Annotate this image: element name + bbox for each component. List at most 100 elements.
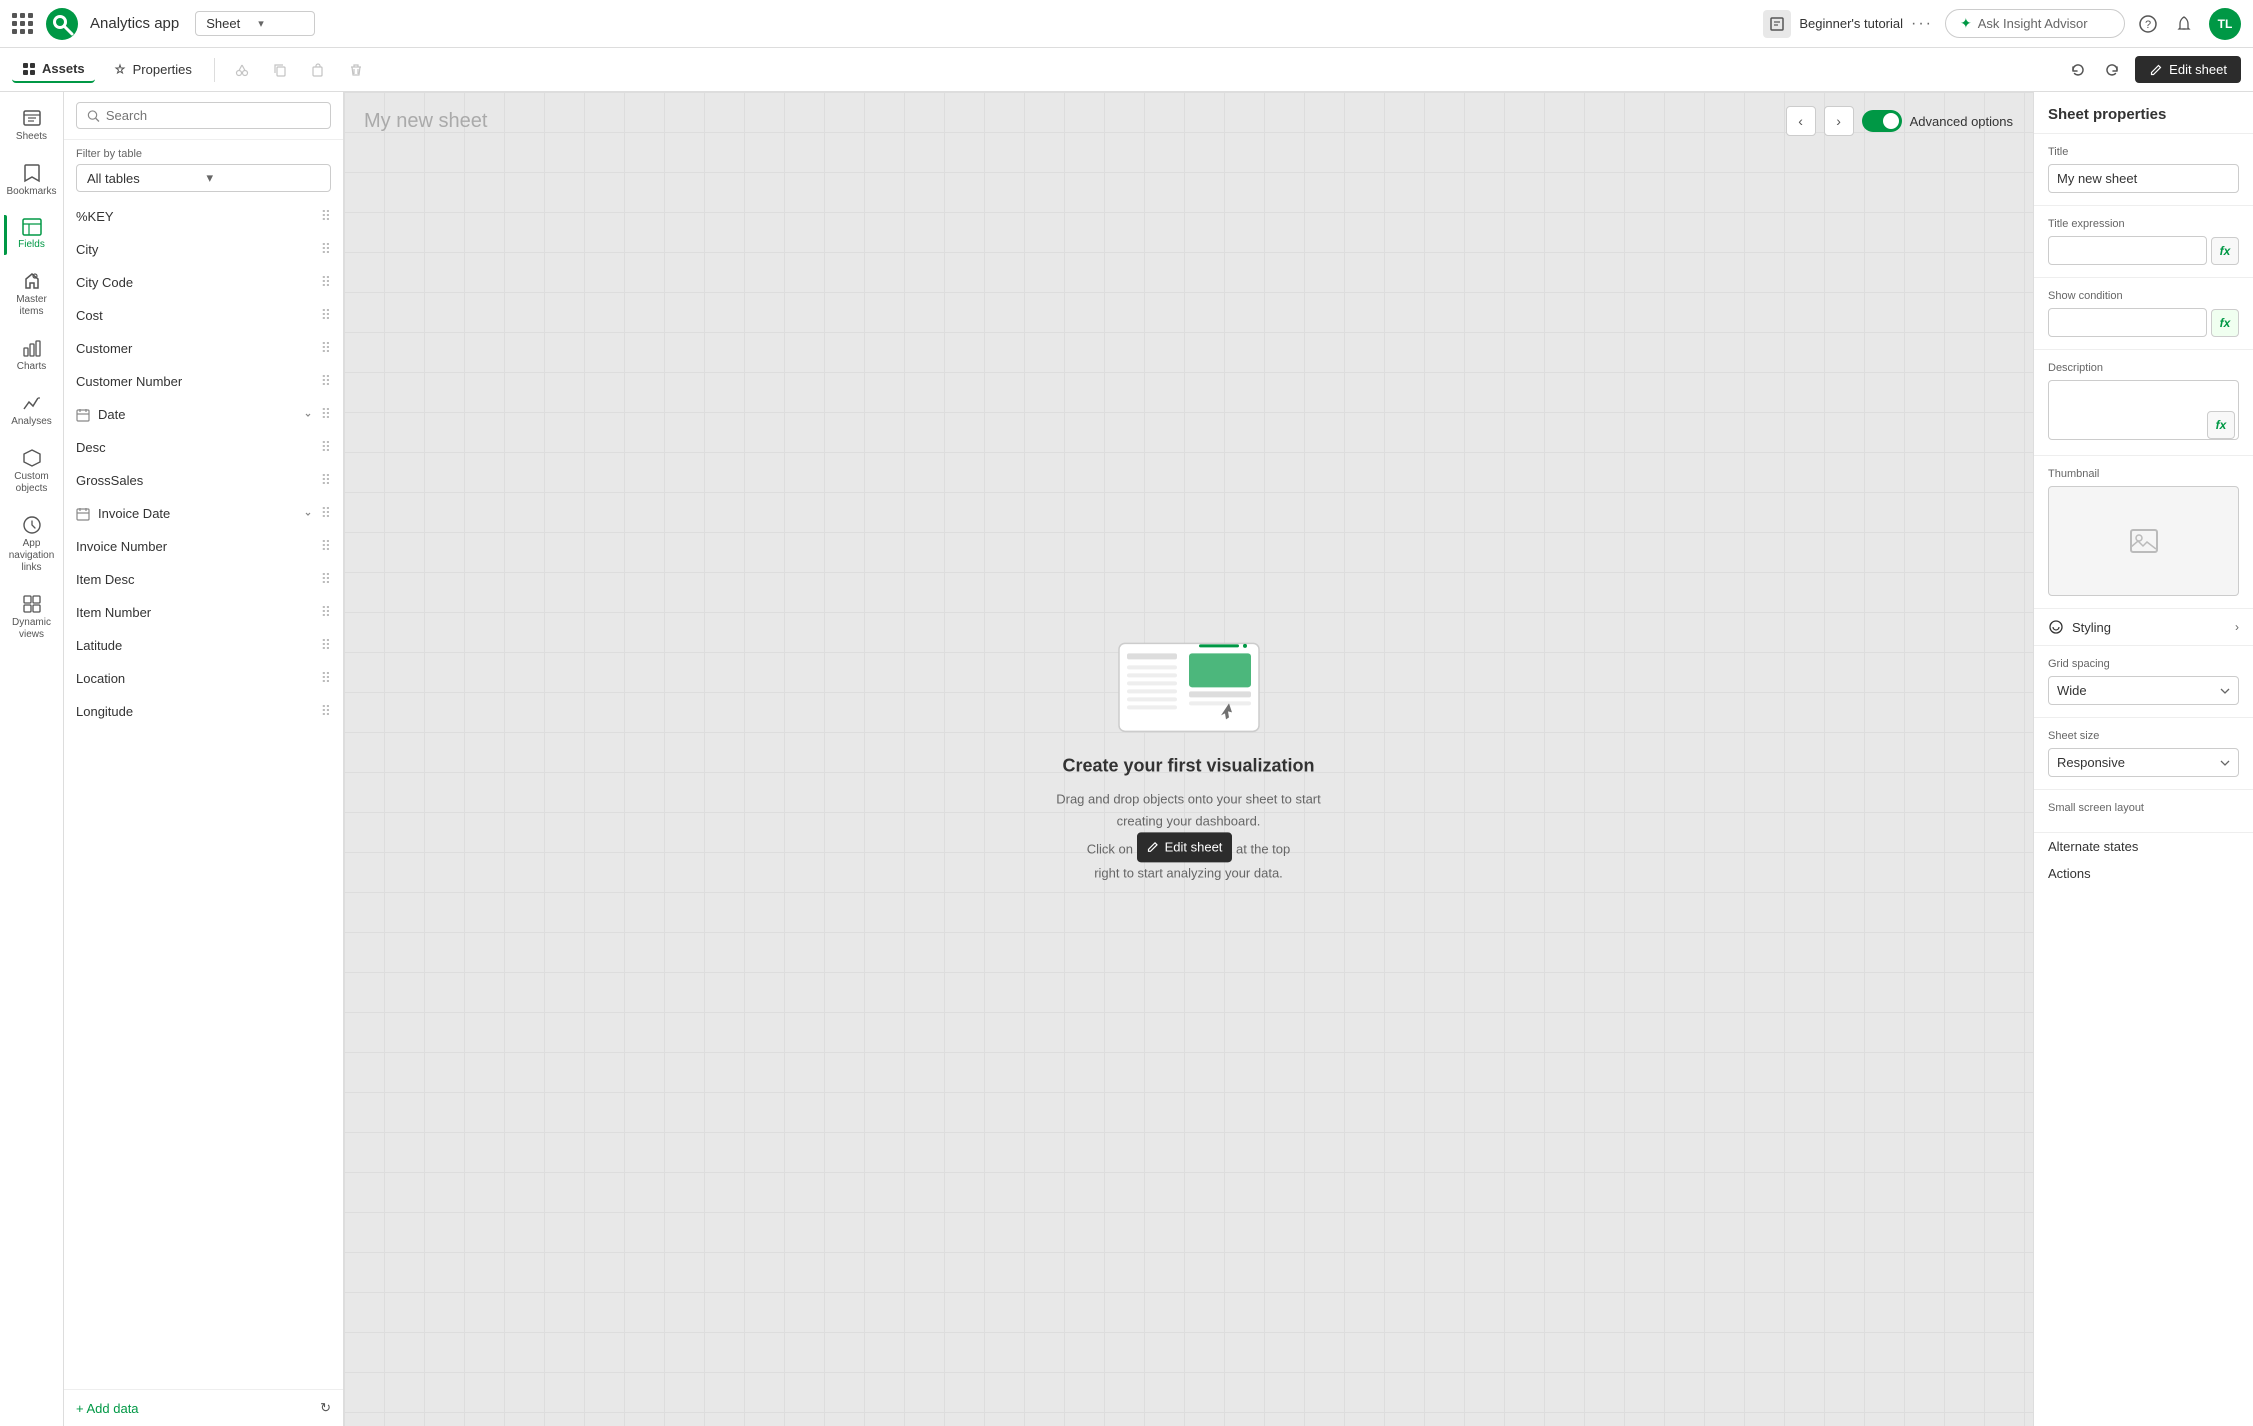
grid-spacing-chevron-icon (2220, 688, 2230, 694)
title-expr-fx-button[interactable]: fx (2211, 237, 2239, 265)
thumbnail-placeholder-icon (2128, 525, 2160, 557)
sidebar-item-charts[interactable]: Charts (4, 330, 60, 381)
undo-redo (2063, 55, 2127, 85)
sheet-size-section: Sheet size Responsive (2034, 718, 2253, 790)
actions-item[interactable]: Actions (2034, 860, 2253, 887)
title-expr-input[interactable] (2048, 236, 2207, 265)
field-item-invoice-date[interactable]: Invoice Date ⠿ (64, 497, 343, 530)
thumbnail-area[interactable] (2048, 486, 2239, 596)
sidebar-item-wrapper-appnav: App navigation links (4, 507, 60, 582)
title-label: Title (2048, 146, 2239, 158)
field-item-key[interactable]: %KEY ⠿ (64, 200, 343, 233)
redo-button[interactable] (2097, 55, 2127, 85)
desc-label: Description (2048, 362, 2239, 374)
assets-tab[interactable]: Assets (12, 56, 95, 83)
styling-label: Styling (2072, 620, 2111, 635)
paste-button[interactable] (303, 55, 333, 85)
desc-fx-button[interactable]: fx (2207, 411, 2235, 439)
desc-line3: at the top (1236, 842, 1290, 857)
properties-tab[interactable]: Properties (103, 57, 202, 82)
undo-button[interactable] (2063, 55, 2093, 85)
field-item-city[interactable]: City ⠿ (64, 233, 343, 266)
dynamic-views-label: Dynamic views (10, 617, 54, 641)
search-wrap[interactable] (76, 102, 331, 129)
sidebar-item-app-nav[interactable]: App navigation links (4, 507, 60, 582)
click-on-text: Click on (1087, 842, 1133, 857)
calendar-icon (76, 408, 90, 422)
field-item-desc[interactable]: Desc ⠿ (64, 431, 343, 464)
drag-icon: ⠿ (321, 505, 331, 522)
field-item-longitude[interactable]: Longitude ⠿ (64, 695, 343, 728)
field-item-item-number[interactable]: Item Number ⠿ (64, 596, 343, 629)
app-name: Analytics app (90, 15, 179, 32)
field-item-city-code[interactable]: City Code ⠿ (64, 266, 343, 299)
avatar[interactable]: TL (2209, 8, 2241, 40)
sidebar-item-wrapper-custom: Custom objects (4, 440, 60, 503)
dynamic-views-icon (22, 594, 42, 614)
sheet-selector[interactable]: Sheet ▾ (195, 11, 315, 36)
app-grid-icon[interactable] (12, 13, 34, 35)
delete-button[interactable] (341, 55, 371, 85)
master-items-label: Master items (10, 294, 54, 318)
field-item-customer[interactable]: Customer ⠿ (64, 332, 343, 365)
copy-button[interactable] (265, 55, 295, 85)
drag-icon: ⠿ (321, 307, 331, 324)
edit-sheet-button[interactable]: Edit sheet (2135, 56, 2241, 83)
field-name: City (76, 242, 313, 257)
field-item-cost[interactable]: Cost ⠿ (64, 299, 343, 332)
custom-objects-icon (22, 448, 42, 468)
sheet-size-select[interactable]: Responsive (2048, 748, 2239, 777)
sidebar-item-analyses[interactable]: Analyses (4, 385, 60, 436)
sidebar-item-bookmarks[interactable]: Bookmarks (4, 155, 60, 206)
insight-advisor[interactable]: ✦ Ask Insight Advisor (1945, 9, 2125, 38)
field-item-date[interactable]: Date ⠿ (64, 398, 343, 431)
styling-chevron-icon: › (2235, 620, 2239, 634)
field-item-latitude[interactable]: Latitude ⠿ (64, 629, 343, 662)
sidebar-item-master-items[interactable]: Master items (4, 263, 60, 326)
drag-icon: ⠿ (321, 439, 331, 456)
edit-sheet-inline-button[interactable]: Edit sheet (1137, 833, 1233, 863)
field-name: Item Number (76, 605, 313, 620)
search-input[interactable] (106, 108, 320, 123)
cut-button[interactable] (227, 55, 257, 85)
drag-icon: ⠿ (321, 670, 331, 687)
next-arrow-button[interactable]: › (1824, 106, 1854, 136)
thumbnail-section: Thumbnail (2034, 456, 2253, 609)
main-layout: Sheets Bookmarks Fields Master items (0, 92, 2253, 1426)
help-icon[interactable]: ? (2137, 13, 2159, 35)
sidebar-item-sheets[interactable]: Sheets (4, 100, 60, 151)
more-options-button[interactable]: ··· (1911, 15, 1933, 33)
field-item-item-desc[interactable]: Item Desc ⠿ (64, 563, 343, 596)
add-data-section: + Add data ↻ (64, 1389, 343, 1426)
qlik-logo[interactable] (46, 8, 78, 40)
field-name: City Code (76, 275, 313, 290)
expand-icon (303, 509, 313, 519)
field-name: %KEY (76, 209, 313, 224)
reload-button[interactable]: ↻ (320, 1400, 331, 1416)
drag-icon: ⠿ (321, 274, 331, 291)
drag-icon: ⠿ (321, 538, 331, 555)
filter-select[interactable]: All tables ▾ (76, 164, 331, 192)
desc-line4: right to start analyzing your data. (1094, 866, 1283, 881)
sidebar-item-fields[interactable]: Fields (4, 210, 60, 259)
title-expr-label: Title expression (2048, 218, 2239, 230)
sidebar-item-custom-objects[interactable]: Custom objects (4, 440, 60, 503)
sidebar-item-dynamic-views[interactable]: Dynamic views (4, 586, 60, 649)
insight-icon: ✦ (1960, 15, 1972, 32)
notifications-icon[interactable] (2173, 13, 2195, 35)
small-screen-section: Small screen layout (2034, 790, 2253, 833)
styling-row[interactable]: Styling › (2034, 609, 2253, 646)
grid-spacing-select[interactable]: Wide (2048, 676, 2239, 705)
custom-objects-label: Custom objects (10, 471, 54, 495)
field-item-invoice-number[interactable]: Invoice Number ⠿ (64, 530, 343, 563)
field-item-location[interactable]: Location ⠿ (64, 662, 343, 695)
show-cond-input[interactable] (2048, 308, 2207, 337)
show-cond-fx-button[interactable]: fx (2211, 309, 2239, 337)
field-item-gross-sales[interactable]: GrossSales ⠿ (64, 464, 343, 497)
advanced-toggle-switch[interactable] (1862, 110, 1902, 132)
title-input[interactable] (2048, 164, 2239, 193)
prev-arrow-button[interactable]: ‹ (1786, 106, 1816, 136)
add-data-label[interactable]: + Add data (76, 1401, 139, 1416)
alternate-states-item[interactable]: Alternate states (2034, 833, 2253, 860)
field-item-customer-number[interactable]: Customer Number ⠿ (64, 365, 343, 398)
